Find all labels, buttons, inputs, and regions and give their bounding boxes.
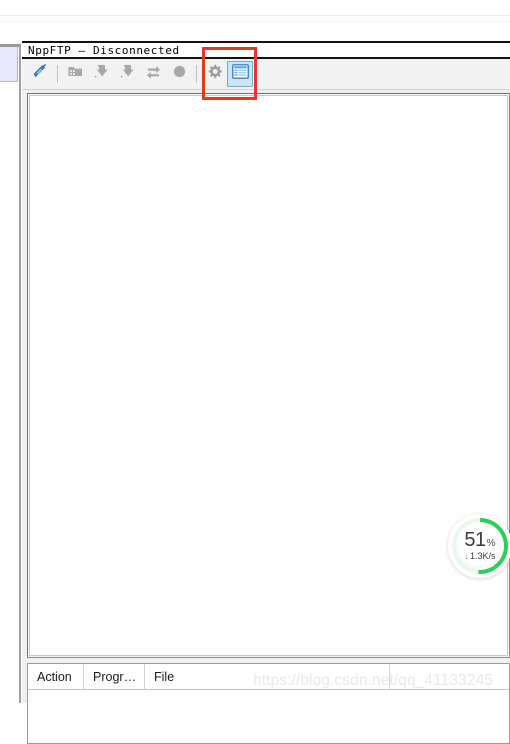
download-progress-widget[interactable]: 51 % ↓ 1.3K/s	[448, 514, 510, 578]
plug-icon	[31, 63, 49, 86]
folder-icon	[67, 63, 84, 85]
refresh-button[interactable]	[140, 61, 166, 87]
abort-circle-icon	[171, 63, 188, 85]
download-percent-value: 51	[464, 529, 486, 551]
queue-column-progress[interactable]: Progr…	[84, 663, 145, 690]
open-directory-button[interactable]	[62, 61, 88, 87]
nppftp-panel: NppFTP — Disconnected Action Progr… File	[22, 41, 510, 744]
download-arrow-icon	[93, 63, 110, 85]
download-widget-face: 51 % ↓ 1.3K/s	[456, 522, 504, 570]
background-window-body	[0, 47, 18, 82]
upload-arrow-icon	[119, 63, 136, 85]
download-percent-row: 51 %	[464, 530, 495, 550]
queue-column-action[interactable]: Action	[28, 663, 84, 690]
background-divider-top	[0, 15, 510, 16]
abort-button[interactable]	[166, 61, 192, 87]
panel-titlebar: NppFTP — Disconnected	[22, 41, 510, 59]
download-arrow-icon: ↓	[464, 551, 469, 561]
gear-icon	[206, 63, 223, 85]
download-button[interactable]	[88, 61, 114, 87]
panel-toolbar	[22, 59, 510, 90]
connect-button[interactable]	[27, 61, 53, 87]
download-speed-row: ↓ 1.3K/s	[464, 552, 495, 561]
message-window-icon	[231, 64, 249, 84]
panel-title: NppFTP — Disconnected	[28, 44, 180, 57]
queue-body	[28, 690, 509, 743]
toolbar-separator-1	[57, 65, 58, 83]
download-speed-value: 1.3K/s	[469, 551, 496, 561]
queue-header-row: Action Progr… File	[28, 663, 509, 690]
background-divider-secondary	[0, 21, 510, 22]
queue-column-file[interactable]: File	[145, 663, 390, 690]
toolbar-separator-2	[196, 65, 197, 83]
refresh-icon	[145, 63, 162, 85]
file-tree-view[interactable]	[27, 93, 510, 658]
queue-column-extra[interactable]	[390, 664, 509, 690]
file-tree-inner	[29, 95, 508, 656]
panel-splitter[interactable]	[19, 44, 21, 703]
upload-button[interactable]	[114, 61, 140, 87]
settings-button[interactable]	[201, 61, 227, 87]
background-window-fill	[0, 82, 19, 703]
transfer-queue[interactable]: Action Progr… File	[27, 663, 510, 744]
message-window-button[interactable]	[227, 61, 253, 87]
download-percent-symbol: %	[486, 538, 496, 549]
